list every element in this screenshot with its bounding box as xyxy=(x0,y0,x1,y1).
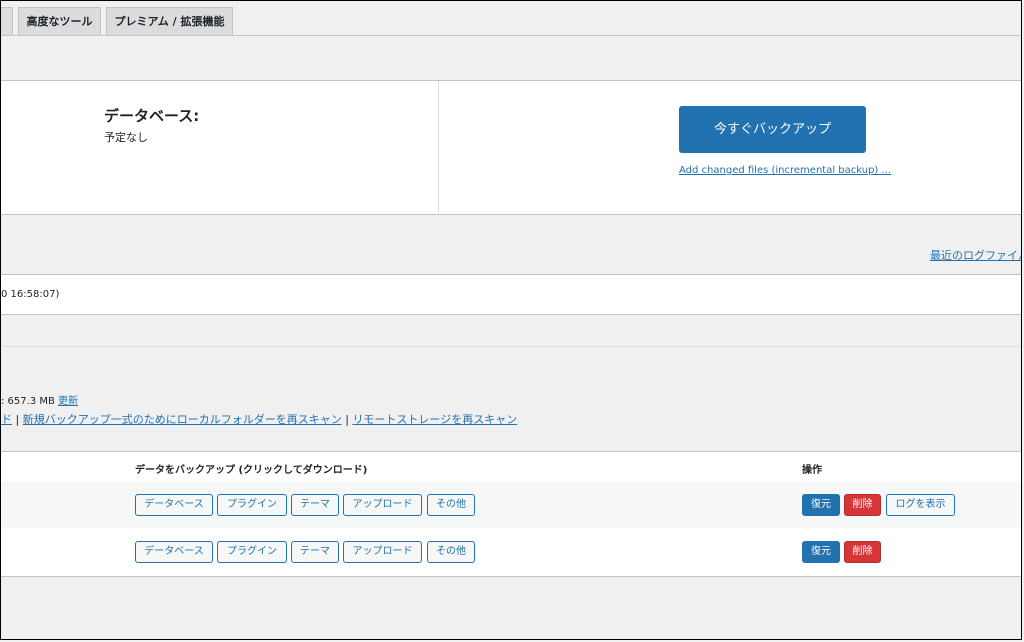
rescan-links: ド | 新規バックアップ一式のためにローカルフォルダーを再スキャン | リモート… xyxy=(1,411,517,427)
rescan-local-folder-link[interactable]: 新規バックアップ一式のためにローカルフォルダーを再スキャン xyxy=(23,413,342,426)
tab-premium-extensions[interactable]: プレミアム / 拡張機能 xyxy=(106,7,233,35)
restore-button[interactable]: 復元 xyxy=(802,541,840,563)
download-uploads-button[interactable]: アップロード xyxy=(343,541,422,563)
delete-button[interactable]: 削除 xyxy=(844,541,881,563)
column-header-backup-data: データをバックアップ (クリックしてダウンロード) xyxy=(135,465,368,476)
database-schedule-status: 予定なし xyxy=(104,131,148,144)
incremental-backup-link[interactable]: Add changed files (incremental backup) .… xyxy=(679,165,891,176)
view-log-button[interactable]: ログを表示 xyxy=(886,494,955,516)
tab-advanced-tools[interactable]: 高度なツール xyxy=(18,7,101,35)
download-others-button[interactable]: その他 xyxy=(427,494,475,516)
download-database-button[interactable]: データベース xyxy=(135,541,213,563)
download-database-button[interactable]: データベース xyxy=(135,494,213,516)
download-uploads-button[interactable]: アップロード xyxy=(343,494,422,516)
backup-now-button[interactable]: 今すぐバックアップ xyxy=(679,106,866,153)
separator: | xyxy=(15,413,20,426)
column-header-actions: 操作 xyxy=(802,465,822,476)
download-plugins-button[interactable]: プラグイン xyxy=(217,494,287,516)
refresh-usage-link[interactable]: 更新 xyxy=(58,396,78,407)
download-others-button[interactable]: その他 xyxy=(427,541,475,563)
panel-divider xyxy=(438,81,439,213)
last-log-message: 0 16:58:07) xyxy=(1,289,60,300)
delete-button[interactable]: 削除 xyxy=(844,494,881,516)
upload-link-partial[interactable]: ド xyxy=(1,413,12,426)
backup-schedule-panel xyxy=(1,80,1021,215)
section-divider xyxy=(1,346,1021,347)
app-frame: 高度なツール プレミアム / 拡張機能 データベース: 予定なし 今すぐバックア… xyxy=(0,0,1022,640)
download-themes-button[interactable]: テーマ xyxy=(291,541,339,563)
database-schedule-heading: データベース: xyxy=(104,107,200,125)
storage-usage-text: : 657.3 MB xyxy=(1,396,55,407)
restore-button[interactable]: 復元 xyxy=(802,494,840,516)
tab-underline xyxy=(1,35,1021,36)
tab-partial[interactable] xyxy=(1,7,13,35)
download-themes-button[interactable]: テーマ xyxy=(291,494,339,516)
storage-usage: : 657.3 MB 更新 xyxy=(1,392,78,407)
rescan-remote-storage-link[interactable]: リモートストレージを再スキャン xyxy=(352,413,517,426)
last-log-panel xyxy=(1,274,1021,315)
recent-log-file-link[interactable]: 最近のログファイル xyxy=(930,247,1021,263)
download-plugins-button[interactable]: プラグイン xyxy=(217,541,287,563)
separator: | xyxy=(345,413,349,426)
